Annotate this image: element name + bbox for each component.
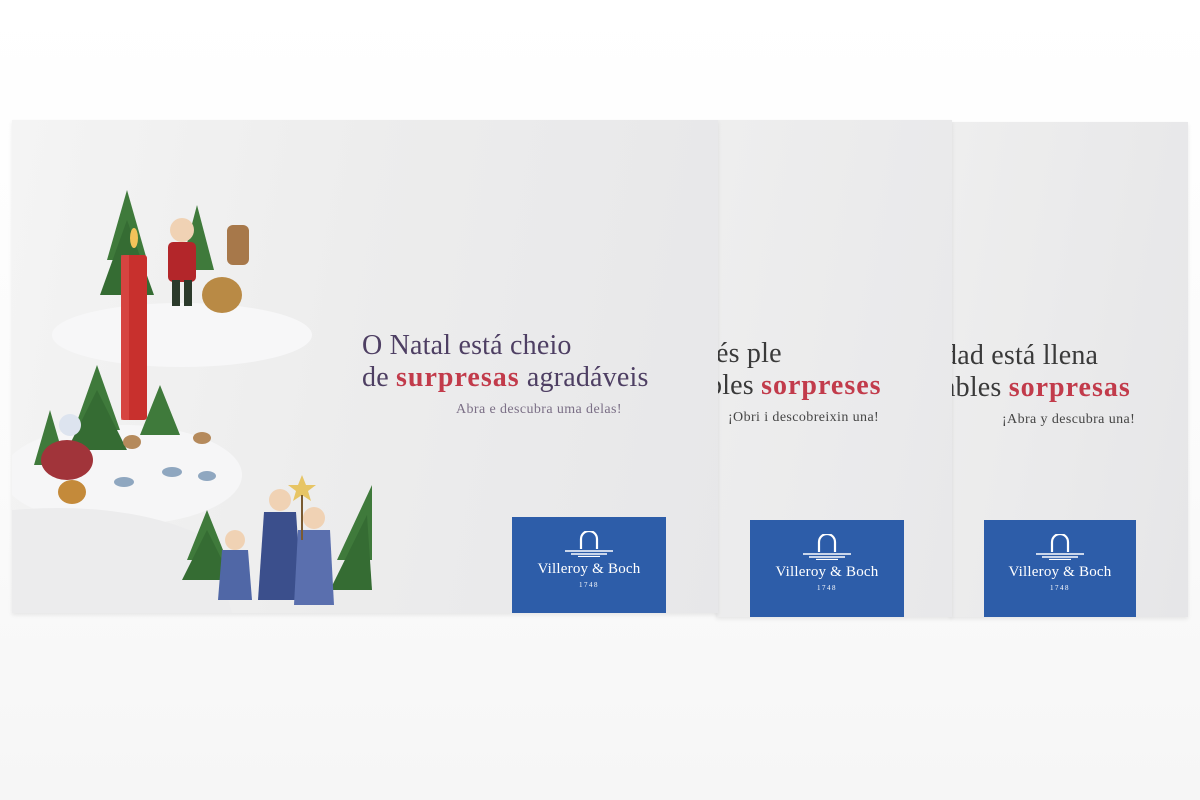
- brand-name: Villeroy & Boch: [537, 561, 641, 577]
- card-subline: Abra e descubra uma delas!: [456, 402, 622, 417]
- christmas-figurine-scene: [12, 190, 372, 613]
- villeroy-boch-logo-icon: [1036, 534, 1084, 560]
- brand-year: 1748: [579, 581, 599, 589]
- card-subline: ¡Obri i descobreixin una!: [728, 410, 880, 425]
- brand-year: 1748: [817, 584, 837, 592]
- brand-name: Villeroy & Boch: [775, 564, 879, 580]
- brand-logo: Villeroy & Boch 1748: [984, 520, 1136, 617]
- card-subline: ¡Abra y descubra una!: [1002, 412, 1136, 427]
- greeting-card-portuguese: O Natal está cheio de surpresas agradáve…: [12, 120, 718, 613]
- brand-year: 1748: [1050, 584, 1070, 592]
- card-headline: dad está llena ables sorpresas: [950, 340, 1131, 403]
- villeroy-boch-logo-icon: [565, 531, 613, 557]
- card-headline: és ple bles sorpreses: [716, 338, 882, 401]
- brand-name: Villeroy & Boch: [1008, 564, 1112, 580]
- card-headline: O Natal está cheio de surpresas agradáve…: [362, 330, 649, 393]
- villeroy-boch-logo-icon: [803, 534, 851, 560]
- brand-logo: Villeroy & Boch 1748: [750, 520, 904, 617]
- greeting-card-spanish: dad está llena ables sorpresas ¡Abra y d…: [950, 122, 1188, 617]
- greeting-card-catalan: és ple bles sorpreses ¡Obri i descobreix…: [716, 120, 952, 617]
- brand-logo: Villeroy & Boch 1748: [512, 517, 666, 613]
